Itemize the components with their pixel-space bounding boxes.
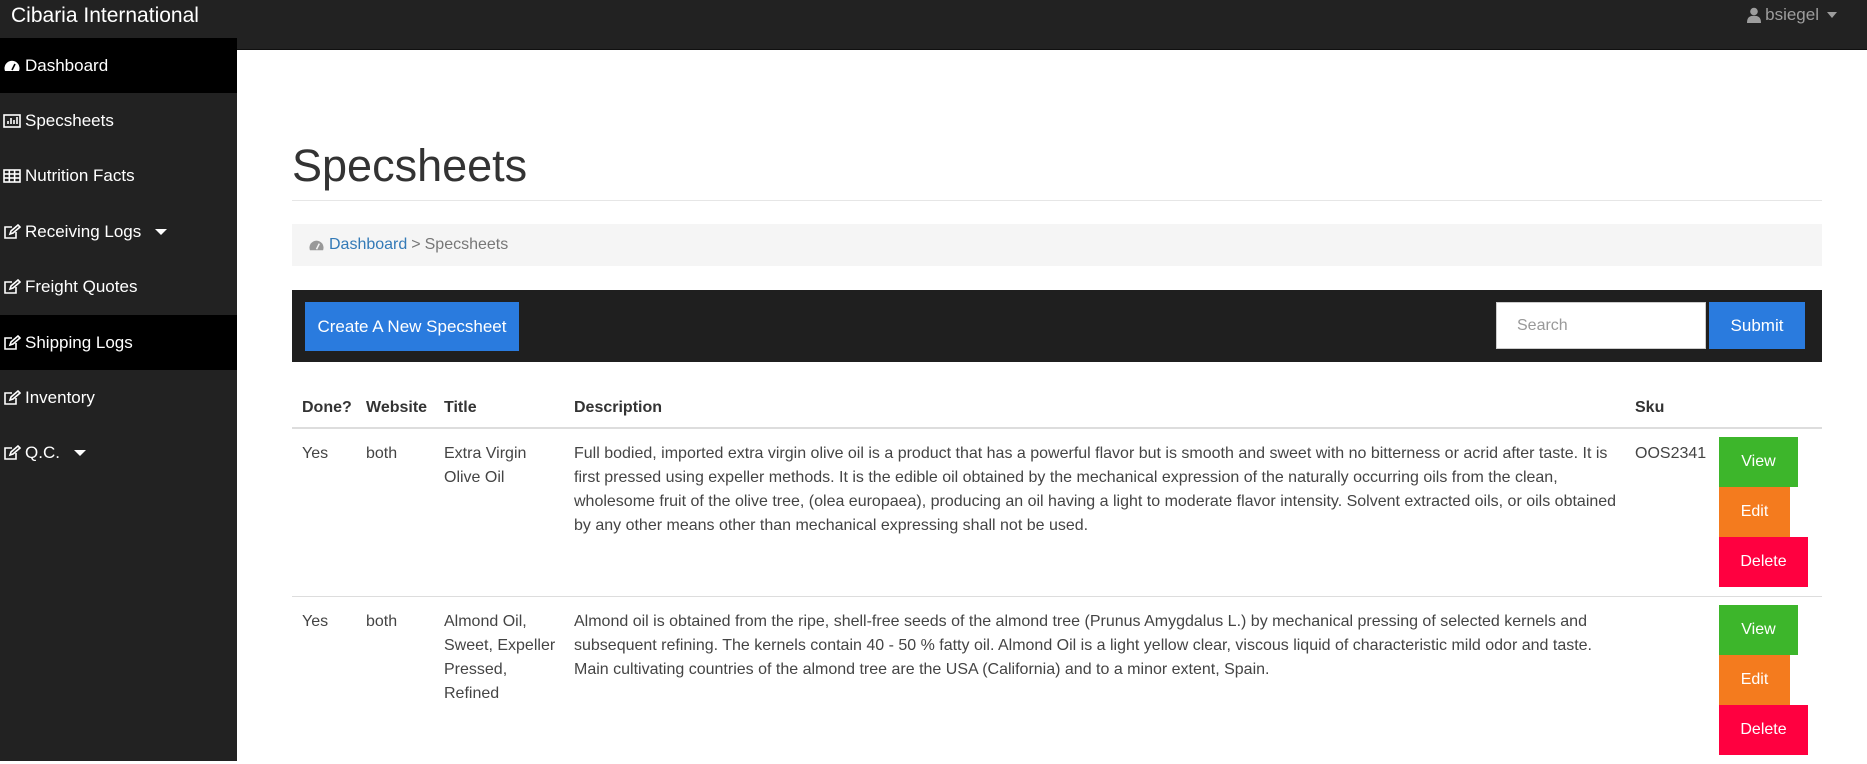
delete-button[interactable]: Delete (1719, 704, 1808, 755)
sidebar-item-label: Nutrition Facts (25, 166, 135, 186)
top-navbar: Cibaria International bsiegel (0, 0, 1867, 50)
cell-done: Yes (302, 612, 329, 630)
edit-icon (4, 390, 21, 405)
table-row: Yes both Extra Virgin Olive Oil Full bod… (292, 428, 1822, 597)
user-menu[interactable]: bsiegel (1747, 5, 1837, 25)
submit-button[interactable]: Submit (1709, 302, 1805, 349)
sidebar-item-label: Freight Quotes (25, 277, 138, 297)
dashboard-icon (309, 240, 324, 250)
sidebar-item-label: Dashboard (25, 55, 109, 75)
brand-link[interactable]: Cibaria International (11, 4, 199, 28)
view-button[interactable]: View (1719, 437, 1798, 487)
cell-description: Full bodied, imported extra virgin olive… (564, 428, 1625, 597)
cell-actions: View Edit Delete (1709, 596, 1822, 764)
column-header-description: Description (564, 388, 1625, 429)
sidebar-item-receiving-logs[interactable]: Receiving Logs (0, 204, 237, 259)
column-header-title: Title (434, 388, 564, 429)
table-icon (3, 169, 21, 184)
table-header-row: Done? Website Title Description Sku (292, 388, 1822, 429)
dashboard-icon (4, 60, 20, 71)
sidebar-item-label: Inventory (25, 388, 95, 408)
sidebar-item-label: Specsheets (25, 111, 114, 131)
column-header-actions (1709, 388, 1822, 429)
sidebar-item-label: Q.C. (25, 443, 60, 463)
delete-button[interactable]: Delete (1719, 537, 1808, 587)
view-button[interactable]: View (1719, 604, 1798, 655)
breadcrumb: Dashboard > Specsheets (292, 224, 1822, 266)
sidebar-item-nutrition-facts[interactable]: Nutrition Facts (0, 149, 237, 204)
edit-button[interactable]: Edit (1719, 654, 1790, 705)
sidebar-item-label: Receiving Logs (25, 221, 142, 241)
sidebar-item-label: Shipping Logs (25, 332, 133, 352)
cell-website: both (366, 612, 398, 630)
bar-chart-icon (3, 114, 21, 128)
divider (292, 200, 1822, 201)
cell-sku: OOS2341 (1625, 428, 1709, 597)
cell-website: both (356, 428, 434, 597)
column-header-sku: Sku (1625, 388, 1709, 429)
username: bsiegel (1765, 5, 1819, 24)
sidebar: Dashboard Specsheets Nutrition Facts Rec… (0, 38, 237, 761)
sidebar-item-inventory[interactable]: Inventory (0, 370, 237, 425)
sidebar-item-freight-quotes[interactable]: Freight Quotes (0, 260, 237, 315)
edit-icon (4, 334, 21, 350)
edit-icon (4, 445, 21, 461)
sidebar-item-specsheets[interactable]: Specsheets (0, 93, 237, 148)
sidebar-item-shipping-logs[interactable]: Shipping Logs (0, 314, 237, 371)
edit-button[interactable]: Edit (1719, 487, 1790, 537)
user-icon (1747, 7, 1762, 23)
edit-icon (4, 279, 21, 295)
chevron-down-icon (1827, 12, 1837, 18)
page-title: Specsheets (292, 140, 528, 191)
breadcrumb-dashboard-link[interactable]: Dashboard (329, 236, 407, 254)
cell-sku (1625, 596, 1709, 764)
cell-title: Almond Oil, Sweet, Expeller Pressed, Ref… (444, 612, 556, 702)
column-header-website: Website (356, 388, 434, 429)
chevron-down-icon (155, 228, 168, 235)
specsheets-table: Done? Website Title Description Sku Yes … (292, 388, 1822, 764)
edit-icon (4, 223, 21, 239)
sidebar-item-dashboard[interactable]: Dashboard (0, 38, 237, 94)
column-header-done: Done? (292, 388, 356, 429)
specsheet-toolbar: Create A New Specsheet Submit (292, 290, 1822, 362)
cell-done: Yes (292, 428, 356, 597)
breadcrumb-separator: > (411, 236, 421, 253)
breadcrumb-current: Specsheets (424, 236, 509, 253)
chevron-down-icon (73, 450, 86, 457)
cell-title: Extra Virgin Olive Oil (434, 428, 564, 597)
sidebar-item-qc[interactable]: Q.C. (0, 426, 237, 481)
search-input[interactable] (1496, 302, 1706, 349)
table-row: Yes both Almond Oil, Sweet, Expeller Pre… (292, 596, 1822, 764)
create-specsheet-button[interactable]: Create A New Specsheet (305, 302, 519, 351)
cell-actions: View Edit Delete (1709, 428, 1822, 597)
cell-description: Almond oil is obtained from the ripe, sh… (574, 612, 1592, 678)
